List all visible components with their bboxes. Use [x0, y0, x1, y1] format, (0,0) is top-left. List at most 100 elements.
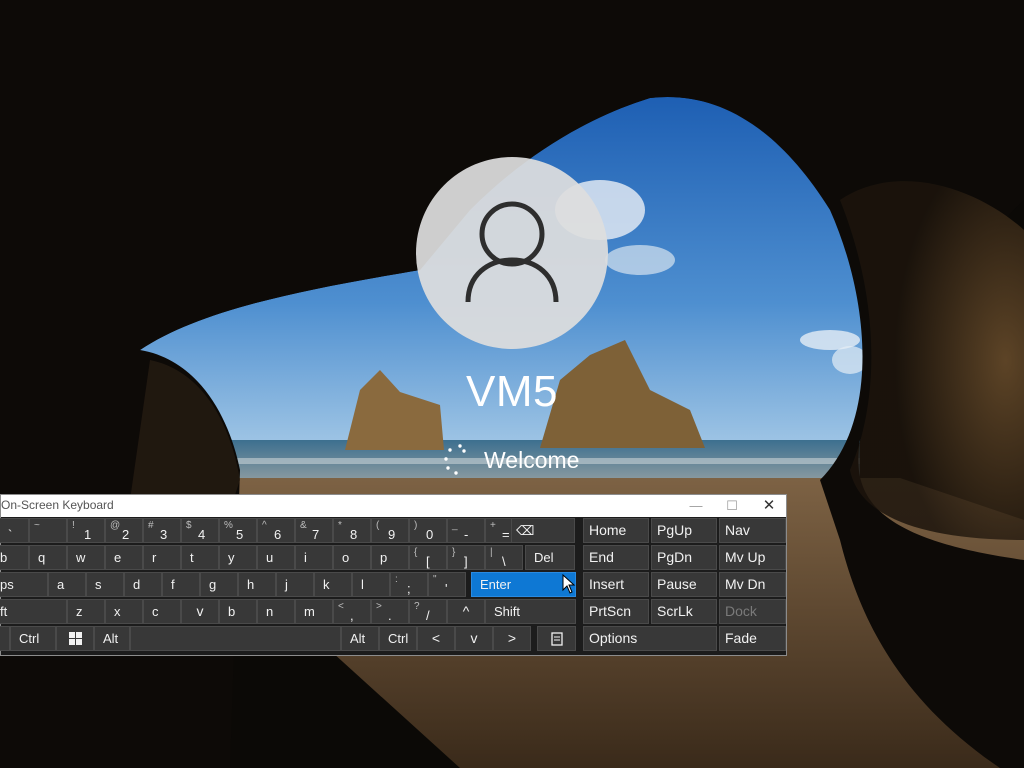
key-/[interactable]: ? /: [409, 599, 447, 624]
key-label: v: [196, 603, 204, 619]
key-w[interactable]: w: [67, 545, 105, 570]
key-scrlk[interactable]: ScrLk: [651, 599, 717, 624]
key-8[interactable]: * 8: [333, 518, 371, 543]
key-pgdn[interactable]: PgDn: [651, 545, 717, 570]
key-,[interactable]: <,: [333, 599, 371, 624]
key-a[interactable]: a: [48, 572, 86, 597]
maximize-button[interactable]: ☐: [717, 495, 747, 517]
key-m[interactable]: m: [295, 599, 333, 624]
key-alt[interactable]: Alt: [94, 626, 130, 651]
key-d[interactable]: d: [124, 572, 162, 597]
key-5[interactable]: % 5: [219, 518, 257, 543]
key-r[interactable]: r: [143, 545, 181, 570]
key-shift-char: (: [376, 520, 380, 531]
key-y[interactable]: y: [219, 545, 257, 570]
windows-key[interactable]: [56, 626, 94, 651]
key-2[interactable]: @2: [105, 518, 143, 543]
key-i[interactable]: i: [295, 545, 333, 570]
key-label: n: [266, 604, 274, 619]
key-z[interactable]: z: [67, 599, 105, 624]
key-x[interactable]: x: [105, 599, 143, 624]
key-][interactable]: }]: [447, 545, 485, 570]
key-n[interactable]: n: [257, 599, 295, 624]
key-k[interactable]: k: [314, 572, 352, 597]
key-p[interactable]: p: [371, 545, 409, 570]
key-t[interactable]: t: [181, 545, 219, 570]
key-1[interactable]: ! 1: [67, 518, 105, 543]
key-label: <: [431, 630, 441, 646]
key-home[interactable]: Home: [583, 518, 649, 543]
key-v[interactable]: v: [181, 599, 219, 624]
key-4[interactable]: $4: [181, 518, 219, 543]
key-0[interactable]: ) 0: [409, 518, 447, 543]
key-shift-char: $: [186, 520, 192, 531]
backspace-key[interactable]: ⌫: [511, 518, 575, 543]
key-space[interactable]: [0, 626, 10, 651]
key-enter[interactable]: Enter: [471, 572, 576, 597]
key-space[interactable]: [130, 626, 341, 651]
key-~[interactable]: ~: [29, 518, 67, 543]
key-3[interactable]: #3: [143, 518, 181, 543]
key-pgup[interactable]: PgUp: [651, 518, 717, 543]
sign-in-status: Welcome: [440, 443, 640, 477]
key-nav[interactable]: Nav: [719, 518, 786, 543]
key-options[interactable]: Options: [583, 626, 717, 651]
key-mv-up[interactable]: Mv Up: [719, 545, 786, 570]
key-9[interactable]: (9: [371, 518, 409, 543]
key-end[interactable]: End: [583, 545, 649, 570]
key-u[interactable]: u: [257, 545, 295, 570]
key-ctrl[interactable]: Ctrl: [379, 626, 417, 651]
key-label: t: [190, 550, 194, 565]
windows-logo-icon: [69, 632, 82, 645]
key--[interactable]: <: [417, 626, 455, 651]
key-insert[interactable]: Insert: [583, 572, 649, 597]
key-prtscn[interactable]: PrtScn: [583, 599, 649, 624]
key-ps[interactable]: ps: [0, 572, 48, 597]
key-shift-char: *: [338, 520, 342, 531]
key-h[interactable]: h: [238, 572, 276, 597]
key-o[interactable]: o: [333, 545, 371, 570]
key-[[interactable]: {[: [409, 545, 447, 570]
key-ft[interactable]: ft: [0, 599, 67, 624]
key-ctrl[interactable]: Ctrl: [10, 626, 56, 651]
key-7[interactable]: & 7: [295, 518, 333, 543]
key-alt[interactable]: Alt: [341, 626, 379, 651]
key-shift-char: <: [338, 601, 344, 612]
key-label: o: [342, 550, 350, 565]
key-e[interactable]: e: [105, 545, 143, 570]
minimize-button[interactable]: —: [681, 495, 711, 517]
close-button[interactable]: ✕: [754, 495, 784, 517]
key-l[interactable]: l: [352, 572, 390, 597]
key-s[interactable]: s: [86, 572, 124, 597]
key-pause[interactable]: Pause: [651, 572, 717, 597]
key-f[interactable]: f: [162, 572, 200, 597]
context-menu-key[interactable]: [537, 626, 576, 651]
key--[interactable]: >: [493, 626, 531, 651]
key--[interactable]: ^: [447, 599, 485, 624]
key-b[interactable]: b: [0, 545, 29, 570]
key-'[interactable]: " ': [428, 572, 466, 597]
key-shift-char: #: [148, 520, 154, 531]
key-label: b: [0, 550, 8, 565]
key-label: Del: [534, 550, 554, 565]
key-shift[interactable]: Shift: [485, 599, 576, 624]
key-;[interactable]: :;: [390, 572, 428, 597]
osk-title: On-Screen Keyboard: [1, 498, 114, 512]
key-j[interactable]: j: [276, 572, 314, 597]
key-6[interactable]: ^ 6: [257, 518, 295, 543]
key-mv-dn[interactable]: Mv Dn: [719, 572, 786, 597]
key-q[interactable]: q: [29, 545, 67, 570]
key-c[interactable]: c: [143, 599, 181, 624]
key-label: x: [114, 604, 121, 619]
key-dock[interactable]: Dock: [719, 599, 786, 624]
key-\[interactable]: | \: [485, 545, 523, 570]
key-fade[interactable]: Fade: [719, 626, 786, 651]
key-v[interactable]: v: [455, 626, 493, 651]
key-.[interactable]: >.: [371, 599, 409, 624]
key--[interactable]: _ -: [447, 518, 485, 543]
key-g[interactable]: g: [200, 572, 238, 597]
key-`[interactable]: `: [0, 518, 29, 543]
key-del[interactable]: Del: [525, 545, 575, 570]
osk-titlebar[interactable]: On-Screen Keyboard — ☐ ✕: [1, 495, 786, 517]
key-b[interactable]: b: [219, 599, 257, 624]
